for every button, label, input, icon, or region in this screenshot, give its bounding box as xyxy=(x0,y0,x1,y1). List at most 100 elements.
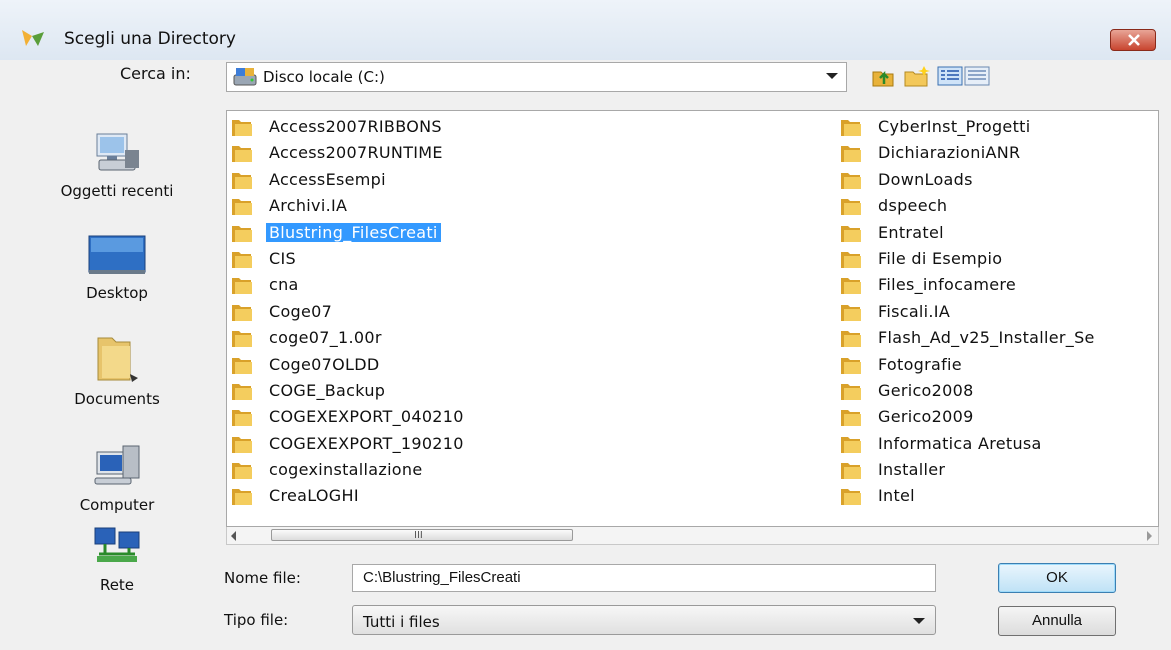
folder-name: COGEXEXPORT_190210 xyxy=(269,433,464,453)
folder-icon xyxy=(841,357,861,374)
chevron-down-icon[interactable] xyxy=(913,618,925,624)
folder-name: DownLoads xyxy=(878,169,973,189)
ok-button[interactable]: OK xyxy=(998,563,1116,593)
filetype-select[interactable]: Tutti i files xyxy=(352,605,936,635)
folder-icon xyxy=(232,225,252,242)
folder-name: Access2007RUNTIME xyxy=(269,143,443,163)
folder-name: File di Esempio xyxy=(878,248,1003,268)
filetype-label: Tipo file: xyxy=(224,611,289,629)
folder-item[interactable]: Flash_Ad_v25_Installer_Se xyxy=(840,325,1158,351)
folder-item[interactable]: Archivi.IA xyxy=(231,193,831,219)
folder-item[interactable]: Informatica Aretusa xyxy=(840,431,1158,457)
new-folder-icon xyxy=(904,66,930,87)
folder-item[interactable]: CyberInst_Progetti xyxy=(840,114,1158,140)
folder-name: COGEXEXPORT_040210 xyxy=(269,407,464,427)
folder-item[interactable]: Access2007RUNTIME xyxy=(231,140,831,166)
folder-icon xyxy=(232,146,252,163)
folder-icon xyxy=(841,278,861,295)
folder-icon xyxy=(841,383,861,400)
filename-input[interactable] xyxy=(353,565,923,589)
folder-item[interactable]: Files_infocamere xyxy=(840,272,1158,298)
folder-name: COGE_Backup xyxy=(269,380,386,400)
folder-name: Informatica Aretusa xyxy=(878,433,1042,453)
folder-name: Installer xyxy=(878,460,946,480)
folder-item[interactable]: Gerico2009 xyxy=(840,404,1158,430)
place-desktop[interactable]: Desktop xyxy=(22,234,212,302)
lookin-combo[interactable]: Disco locale (C:) xyxy=(226,62,847,92)
folder-item[interactable]: COGEXEXPORT_040210 xyxy=(231,404,831,430)
file-list[interactable]: Access2007RIBBONS Access2007RUNTIME Access… xyxy=(226,110,1159,527)
scrollbar-grip: III xyxy=(414,530,423,541)
folder-item[interactable]: Installer xyxy=(840,457,1158,483)
place-label: Desktop xyxy=(86,284,148,302)
desktop-icon xyxy=(88,235,146,274)
scroll-left-icon[interactable] xyxy=(231,531,236,541)
scrollbar-thumb[interactable]: III xyxy=(271,529,573,541)
close-button[interactable] xyxy=(1110,29,1156,51)
folder-item[interactable]: File di Esempio xyxy=(840,246,1158,272)
folder-item[interactable]: dspeech xyxy=(840,193,1158,219)
local-disk-icon xyxy=(233,68,257,86)
folder-name: Fiscali.IA xyxy=(878,301,951,321)
folder-item[interactable]: AccessEsempi xyxy=(231,167,831,193)
place-label: Computer xyxy=(79,496,155,514)
folder-icon xyxy=(841,251,861,268)
folder-icon xyxy=(232,357,252,374)
lookin-label: Cerca in: xyxy=(120,64,191,83)
folder-name: dspeech xyxy=(878,196,948,216)
filename-label: Nome file: xyxy=(224,569,301,587)
folder-icon xyxy=(232,120,252,136)
folder-item[interactable]: cna xyxy=(231,272,831,298)
new-folder-button[interactable] xyxy=(902,64,930,90)
place-documents[interactable]: Documents xyxy=(22,334,212,408)
folder-icon xyxy=(841,199,861,216)
folder-item[interactable]: Access2007RIBBONS xyxy=(231,114,831,140)
place-label: Oggetti recenti xyxy=(60,182,174,200)
folder-item[interactable]: DownLoads xyxy=(840,167,1158,193)
view-menu-button[interactable] xyxy=(937,64,991,90)
folder-item[interactable]: coge07_1.00r xyxy=(231,325,831,351)
place-label: Rete xyxy=(99,576,135,594)
folder-icon xyxy=(841,172,861,189)
folder-name: cna xyxy=(269,275,299,295)
place-network[interactable]: Rete xyxy=(22,524,212,594)
folder-item[interactable]: Coge07 xyxy=(231,299,831,325)
up-folder-button[interactable] xyxy=(870,64,898,90)
folder-icon xyxy=(232,489,252,506)
file-dialog: Scegli una Directory Cerca in: Disco loc… xyxy=(0,0,1171,650)
cancel-button[interactable]: Annulla xyxy=(998,606,1116,636)
chevron-down-icon[interactable] xyxy=(826,73,838,79)
folder-item[interactable]: Gerico2008 xyxy=(840,378,1158,404)
file-list-column-2: CyberInst_Progetti DichiarazioniANR DownLo… xyxy=(840,114,1158,510)
folder-icon xyxy=(232,304,252,321)
folder-icon xyxy=(232,199,252,216)
folder-item[interactable]: Blustring_FilesCreati xyxy=(231,220,831,246)
folder-item[interactable]: Entratel xyxy=(840,220,1158,246)
scroll-right-icon[interactable] xyxy=(1147,531,1152,541)
folder-item[interactable]: Fotografie xyxy=(840,352,1158,378)
folder-item[interactable]: Coge07OLDD xyxy=(231,352,831,378)
folder-name: cogexinstallazione xyxy=(269,460,423,480)
folder-item[interactable]: CreaLOGHI xyxy=(231,483,831,509)
title-bar[interactable]: Scegli una Directory xyxy=(0,0,1171,60)
documents-folder-icon xyxy=(97,337,138,382)
folder-icon xyxy=(841,304,861,321)
places-bar: Oggetti recenti Desktop Documents Comput… xyxy=(22,110,212,640)
place-recent-items[interactable]: Oggetti recenti xyxy=(22,130,212,200)
folder-item[interactable]: DichiarazioniANR xyxy=(840,140,1158,166)
folder-item[interactable]: Fiscali.IA xyxy=(840,299,1158,325)
filename-field[interactable] xyxy=(352,564,936,592)
horizontal-scrollbar[interactable]: III xyxy=(226,527,1159,545)
folder-icon xyxy=(841,489,861,506)
folder-item[interactable]: Intel xyxy=(840,483,1158,509)
folder-item[interactable]: COGE_Backup xyxy=(231,378,831,404)
folder-icon xyxy=(841,146,861,163)
folder-icon xyxy=(232,278,252,295)
app-icon xyxy=(22,30,44,46)
folder-item[interactable]: COGEXEXPORT_190210 xyxy=(231,431,831,457)
folder-item[interactable]: cogexinstallazione xyxy=(231,457,831,483)
folder-name: Coge07OLDD xyxy=(269,354,380,374)
up-folder-icon xyxy=(872,70,894,87)
place-computer[interactable]: Computer xyxy=(22,440,212,514)
folder-item[interactable]: CIS xyxy=(231,246,831,272)
